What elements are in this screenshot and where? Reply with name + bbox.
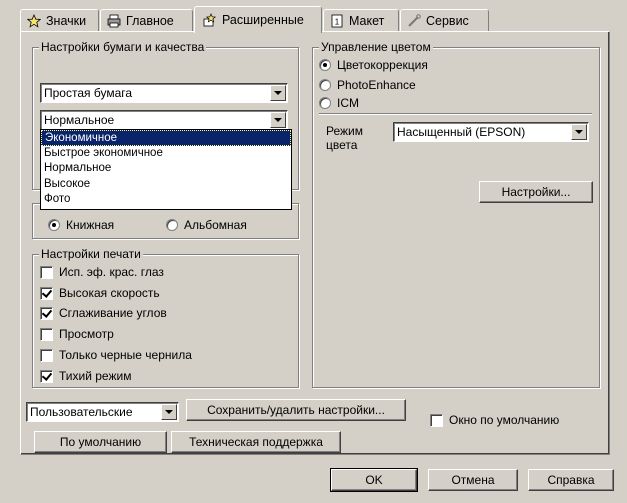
quality-dropdown-list: Экономичное Быстрое экономичное Нормальн… xyxy=(40,129,292,210)
radio-label: Альбомная xyxy=(184,218,247,232)
tab-label: Расширенные xyxy=(222,13,304,27)
checkbox-label: Окно по умолчанию xyxy=(449,413,560,427)
tech-support-button[interactable]: Техническая поддержка xyxy=(171,431,341,453)
cancel-button[interactable]: Отмена xyxy=(428,469,518,491)
color-settings-button[interactable]: Настройки... xyxy=(479,181,593,203)
color-mode-label: Режим цвета xyxy=(326,124,363,152)
chevron-down-icon[interactable] xyxy=(270,112,286,128)
print-setting-checkbox[interactable]: Исп. эф. крас. глаз xyxy=(40,265,164,279)
print-setting-checkbox[interactable]: Просмотр xyxy=(40,327,114,341)
checkbox[interactable] xyxy=(40,265,53,279)
select-value: Нормальное xyxy=(44,113,115,127)
radio-label: Книжная xyxy=(66,218,115,232)
radio-button[interactable] xyxy=(166,219,178,231)
checkbox[interactable] xyxy=(40,286,53,300)
radio-label: PhotoEnhance xyxy=(337,78,416,92)
checkbox-label: Высокая скорость xyxy=(59,286,160,300)
checkbox-label: Сглаживание углов xyxy=(59,306,167,320)
icm-radio[interactable]: ICM xyxy=(319,96,359,110)
divider xyxy=(319,113,592,115)
default-window-checkbox[interactable]: Окно по умолчанию xyxy=(430,413,559,427)
dropdown-option[interactable]: Быстрое экономичное xyxy=(41,146,291,162)
wrench-icon xyxy=(407,13,421,28)
tab-label: Макет xyxy=(349,13,385,28)
dropdown-option[interactable]: Экономичное xyxy=(41,130,291,146)
tab-label: Главное xyxy=(126,13,174,28)
print-setting-checkbox[interactable]: Только черные чернила xyxy=(40,348,192,362)
tab-icons[interactable]: Значки xyxy=(20,9,99,31)
photoenhance-radio[interactable]: PhotoEnhance xyxy=(319,78,416,92)
tab-label: Сервис xyxy=(426,13,469,28)
tab-service[interactable]: Сервис xyxy=(400,9,489,31)
select-value: Простая бумага xyxy=(44,86,133,100)
chevron-down-icon[interactable] xyxy=(270,85,286,101)
star-icon xyxy=(26,13,42,28)
printer-icon xyxy=(107,14,121,28)
checkbox-label: Тихий режим xyxy=(59,369,132,383)
dropdown-option[interactable]: Нормальное xyxy=(41,161,291,177)
landscape-radio[interactable]: Альбомная xyxy=(166,218,247,232)
select-value: Пользовательские xyxy=(30,405,133,419)
print-setting-checkbox[interactable]: Сглаживание углов xyxy=(40,306,167,320)
quality-select[interactable]: Нормальное xyxy=(40,110,288,130)
tab-label: Значки xyxy=(46,13,87,28)
group-legend: Настройки печати xyxy=(39,247,143,261)
chevron-down-icon[interactable] xyxy=(161,404,177,420)
radio-label: Цветокоррекция xyxy=(337,58,428,72)
print-setting-checkbox[interactable]: Высокая скорость xyxy=(40,286,160,300)
radio-label: ICM xyxy=(337,96,359,110)
group-legend: Настройки бумаги и качества xyxy=(39,40,207,54)
help-button[interactable]: Справка xyxy=(528,469,614,491)
tab-main[interactable]: Главное xyxy=(100,9,193,31)
print-setting-checkbox[interactable]: Тихий режим xyxy=(40,369,131,383)
chevron-down-icon[interactable] xyxy=(571,124,587,140)
layout-icon: 1 xyxy=(330,14,344,28)
ok-button[interactable]: OK xyxy=(330,468,418,492)
dropdown-option[interactable]: Высокое xyxy=(41,177,291,193)
tab-layout[interactable]: 1 Макет xyxy=(323,9,399,31)
save-delete-settings-button[interactable]: Сохранить/удалить настройки... xyxy=(186,399,406,421)
checkbox-label: Просмотр xyxy=(59,327,114,341)
tab-advanced[interactable]: Расширенные xyxy=(194,6,322,33)
checkbox[interactable] xyxy=(40,306,53,320)
portrait-radio[interactable]: Книжная xyxy=(48,218,114,232)
preset-select[interactable]: Пользовательские xyxy=(26,402,179,422)
checkbox-label: Исп. эф. крас. глаз xyxy=(59,265,164,279)
advanced-icon xyxy=(203,13,217,27)
paper-type-select[interactable]: Простая бумага xyxy=(40,83,288,103)
radio-button[interactable] xyxy=(319,79,331,91)
color-mode-label-line1: Режим xyxy=(326,124,363,138)
radio-button[interactable] xyxy=(48,219,60,231)
color-mode-label-line2: цвета xyxy=(326,138,358,152)
radio-button[interactable] xyxy=(319,59,331,71)
radio-button[interactable] xyxy=(319,97,331,109)
color-mode-select[interactable]: Насыщенный (EPSON) xyxy=(393,122,589,142)
checkbox[interactable] xyxy=(40,327,53,341)
color-correction-radio[interactable]: Цветокоррекция xyxy=(319,58,428,72)
defaults-button[interactable]: По умолчанию xyxy=(34,431,167,453)
group-legend: Управление цветом xyxy=(319,40,433,54)
svg-text:1: 1 xyxy=(335,17,340,26)
checkbox[interactable] xyxy=(40,348,53,362)
checkbox[interactable] xyxy=(40,369,53,383)
checkbox[interactable] xyxy=(430,413,443,427)
dropdown-option[interactable]: Фото xyxy=(41,192,291,208)
checkbox-label: Только черные чернила xyxy=(59,348,192,362)
select-value: Насыщенный (EPSON) xyxy=(397,125,526,139)
